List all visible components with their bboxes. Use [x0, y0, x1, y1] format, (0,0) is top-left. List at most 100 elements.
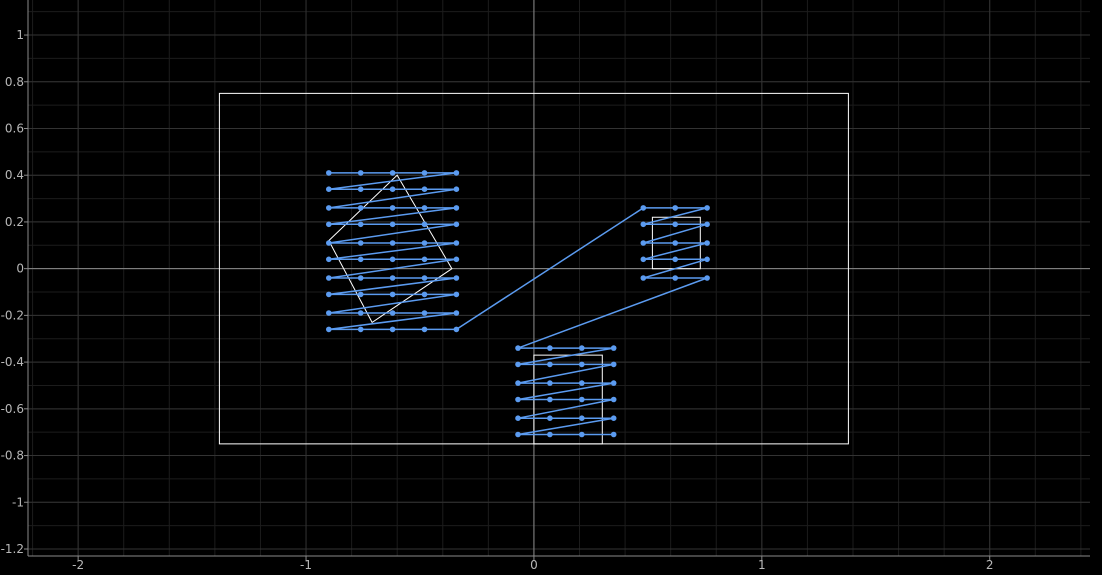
y-tick-label: -0.8	[1, 449, 24, 463]
data-point	[357, 326, 364, 333]
x-tick-label: 0	[530, 558, 538, 572]
data-point	[389, 170, 396, 176]
y-tick-label: 0.8	[5, 75, 24, 89]
data-point	[453, 291, 460, 298]
y-tick-label: -0.4	[1, 355, 24, 369]
data-point	[547, 380, 553, 386]
data-point	[421, 240, 428, 246]
data-point	[453, 170, 460, 176]
data-point	[640, 275, 647, 281]
data-point	[453, 326, 460, 333]
data-point	[421, 291, 428, 298]
y-tick-label: 0.6	[5, 121, 24, 135]
data-point	[515, 345, 521, 351]
data-point	[326, 256, 332, 263]
data-point	[421, 275, 428, 281]
data-point	[421, 170, 428, 176]
data-point	[610, 380, 617, 386]
data-point	[704, 240, 710, 246]
data-point	[389, 291, 396, 298]
data-point	[357, 256, 364, 263]
y-tick-label: 0	[16, 262, 24, 276]
data-point	[547, 361, 553, 368]
data-point	[704, 205, 710, 211]
data-point	[453, 205, 460, 211]
data-point	[453, 275, 460, 281]
data-point	[389, 221, 396, 228]
data-point	[453, 240, 460, 246]
data-point	[640, 256, 647, 263]
data-point	[421, 205, 428, 211]
data-point	[610, 396, 617, 403]
data-point	[389, 326, 396, 333]
data-point	[326, 186, 332, 192]
y-tick-label: 0.2	[5, 215, 24, 229]
data-point	[515, 361, 521, 368]
data-point	[704, 256, 710, 263]
data-point	[547, 396, 553, 403]
data-point	[640, 221, 647, 228]
y-tick-label: 0.4	[5, 168, 24, 182]
data-point	[326, 205, 332, 211]
data-point	[672, 256, 678, 263]
data-point	[515, 396, 521, 403]
data-point	[672, 221, 678, 228]
data-point	[704, 221, 710, 228]
data-point	[357, 221, 364, 228]
data-point	[547, 431, 553, 438]
data-point	[357, 205, 364, 211]
data-point	[389, 205, 396, 211]
data-point	[579, 380, 585, 386]
x-tick-label: 2	[986, 558, 994, 572]
data-point	[389, 256, 396, 263]
data-point	[515, 415, 521, 422]
y-tick-label: -0.2	[1, 308, 24, 322]
chart-plot: -2 -1 0 1 2 1 0.8 0.6 0.4 0.2 0 -0.2 -0.4 -0.6 -0.8 -1 -…	[0, 0, 1102, 575]
data-point	[421, 326, 428, 333]
data-point	[389, 240, 396, 246]
data-point	[357, 170, 364, 176]
data-point	[579, 431, 585, 438]
data-point	[326, 275, 332, 281]
x-tick-label: -1	[300, 558, 312, 572]
data-point	[357, 310, 364, 316]
data-point	[515, 431, 521, 438]
y-tick-label: -1.2	[1, 542, 24, 556]
data-point	[326, 170, 332, 176]
data-point	[453, 256, 460, 263]
data-point	[579, 361, 585, 368]
data-point	[610, 415, 617, 422]
data-point	[672, 205, 678, 211]
data-point	[610, 345, 617, 351]
data-point	[326, 221, 332, 228]
data-point	[547, 415, 553, 422]
data-point	[453, 310, 460, 316]
x-tick-label: -2	[72, 558, 84, 572]
data-point	[389, 275, 396, 281]
data-point	[421, 256, 428, 263]
data-point	[610, 361, 617, 368]
data-point	[672, 240, 678, 246]
data-point	[326, 240, 332, 246]
y-tick-label: 1	[16, 28, 24, 42]
data-point	[357, 186, 364, 192]
data-point	[579, 415, 585, 422]
y-tick-label: -1	[12, 495, 24, 509]
data-point	[357, 291, 364, 298]
data-point	[357, 240, 364, 246]
data-point	[579, 345, 585, 351]
data-point	[421, 186, 428, 192]
data-point	[389, 186, 396, 192]
data-point	[389, 310, 396, 316]
data-point	[547, 345, 553, 351]
data-point	[326, 291, 332, 298]
x-tick-label: 1	[758, 558, 766, 572]
data-point	[326, 310, 332, 316]
data-point	[704, 275, 710, 281]
data-point	[579, 396, 585, 403]
data-point	[672, 275, 678, 281]
data-point	[453, 186, 460, 192]
data-point	[640, 240, 647, 246]
data-point	[610, 431, 617, 438]
data-point	[357, 275, 364, 281]
